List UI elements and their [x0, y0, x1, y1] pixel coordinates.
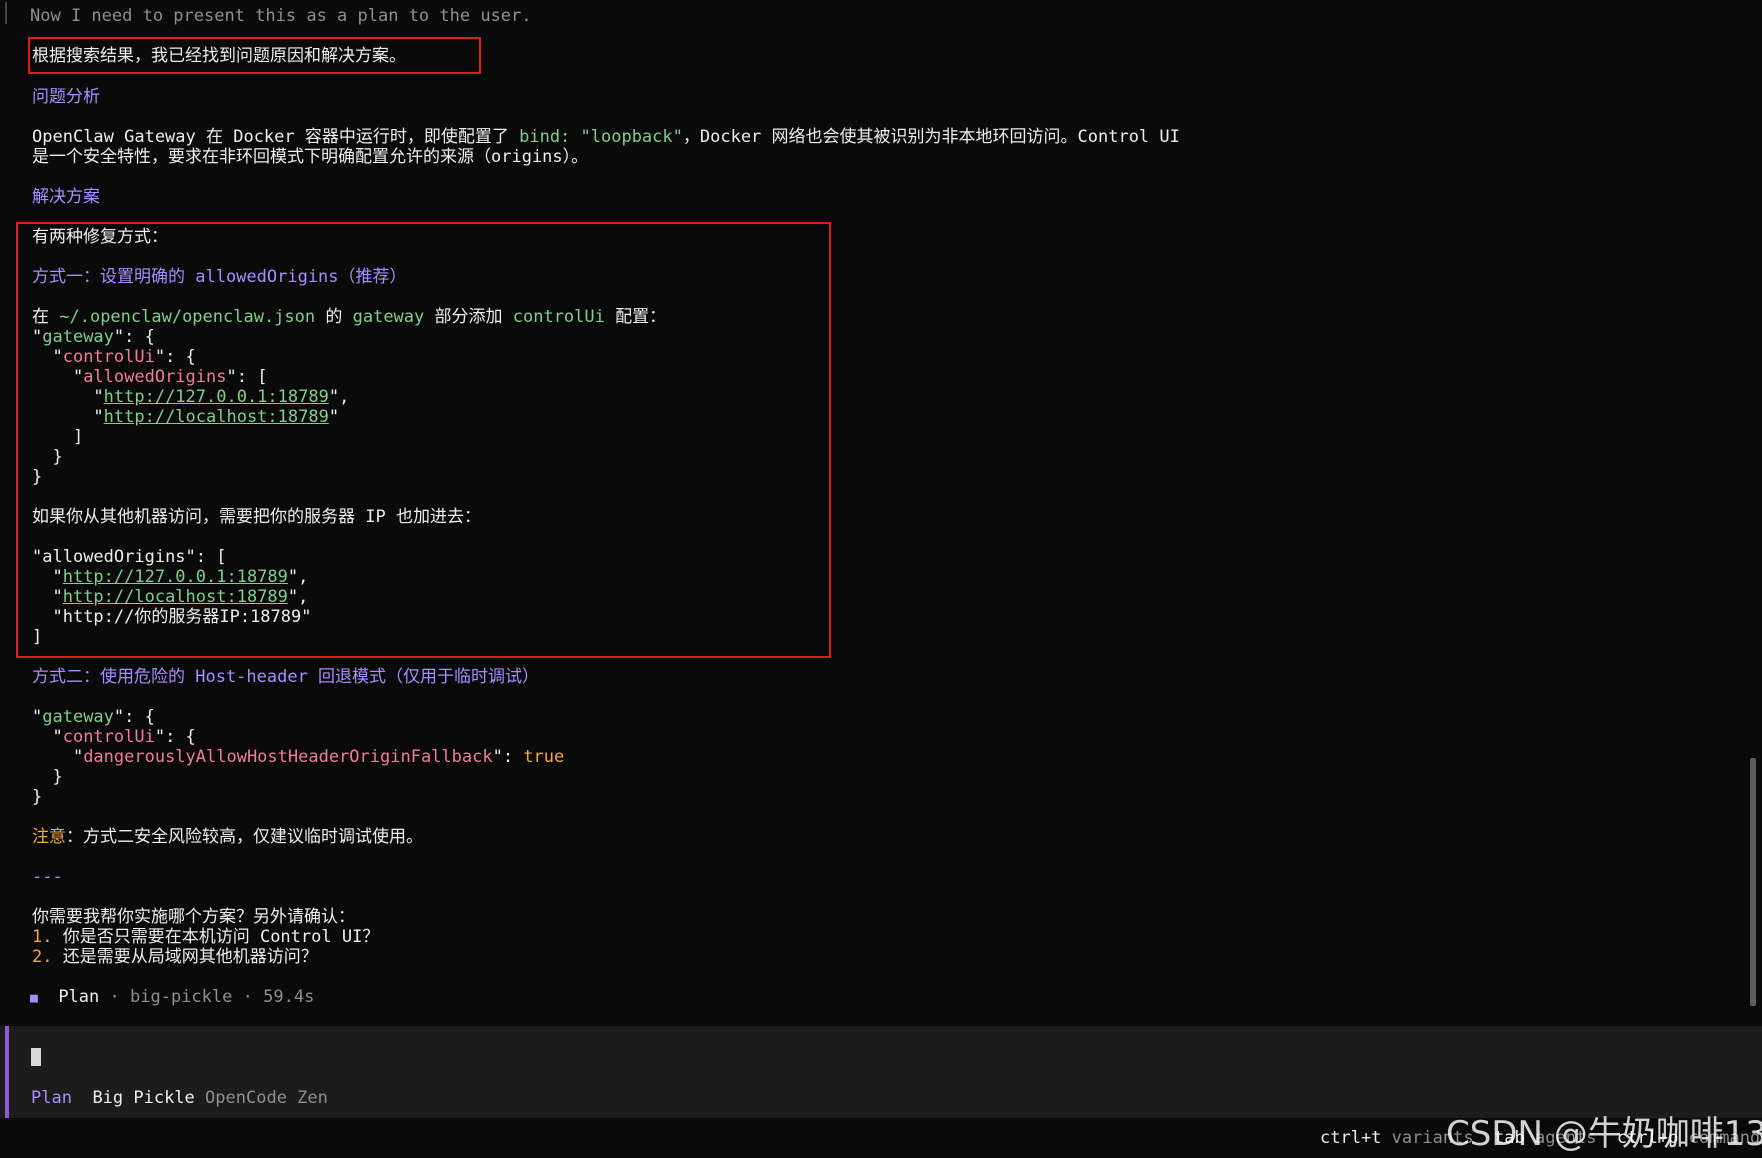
code-line: }	[32, 447, 63, 467]
url-link[interactable]: http://localhost:18789	[104, 407, 329, 427]
code-line: "http://127.0.0.1:18789",	[32, 567, 309, 587]
csdn-watermark: CSDN @牛奶咖啡13	[1446, 1114, 1762, 1154]
code-line: ]	[32, 627, 43, 647]
code-line: "dangerouslyAllowHostHeaderOriginFallbac…	[32, 747, 565, 767]
model-name[interactable]: Big Pickle	[92, 1088, 194, 1108]
input-meta: Plan Big Pickle OpenCode Zen	[31, 1088, 328, 1108]
method1-title: 方式一：设置明确的 allowedOrigins（推荐）	[32, 267, 407, 287]
code-line: "allowedOrigins": [	[32, 547, 227, 567]
url-link[interactable]: http://127.0.0.1:18789	[104, 387, 329, 407]
code-line: "controlUi": {	[32, 727, 196, 747]
status-line: ■ Plan · big-pickle · 59.4s	[30, 987, 315, 1007]
question: 你需要我帮你实施哪个方案？另外请确认：	[32, 907, 355, 927]
summary-text: 根据搜索结果，我已经找到问题原因和解决方案。	[32, 46, 406, 66]
provider-name: OpenCode Zen	[205, 1088, 328, 1108]
code-line: "gateway": {	[32, 327, 155, 347]
code-line: "allowedOrigins": [	[32, 367, 268, 387]
analysis-heading: 问题分析	[32, 87, 100, 107]
square-icon: ■	[30, 991, 38, 1006]
agent-mode[interactable]: Plan	[31, 1088, 72, 1108]
question-item-1: 1. 你是否只需要在本机访问 Control UI？	[32, 927, 380, 947]
code-line: ]	[32, 427, 84, 447]
code-line: "http://localhost:18789"	[32, 407, 340, 427]
code-line: }	[32, 467, 43, 487]
code-line: "http://127.0.0.1:18789",	[32, 387, 350, 407]
text-cursor	[31, 1048, 41, 1066]
code-line: }	[32, 787, 43, 807]
warning-note: 注意：方式二安全风险较高，仅建议临时调试使用。	[32, 827, 423, 847]
separator: ---	[32, 867, 63, 887]
method2-title: 方式二：使用危险的 Host-header 回退模式（仅用于临时调试）	[32, 667, 540, 687]
code-line: "http://localhost:18789",	[32, 587, 309, 607]
code-line: }	[32, 767, 63, 787]
code-line: "controlUi": {	[32, 347, 196, 367]
analysis-paragraph-1: OpenClaw Gateway 在 Docker 容器中运行时，即使配置了 b…	[32, 127, 1180, 147]
url-link[interactable]: http://localhost:18789	[63, 587, 288, 607]
reasoning-log: Now I need to present this as a plan to …	[30, 6, 532, 26]
remote-note: 如果你从其他机器访问，需要把你的服务器 IP 也加进去：	[32, 507, 481, 527]
solution-heading: 解决方案	[32, 187, 100, 207]
solution-intro: 有两种修复方式：	[32, 227, 168, 247]
question-item-2: 2. 还是需要从局域网其他机器访问？	[32, 947, 318, 967]
code-line: "gateway": {	[32, 707, 155, 727]
url-link[interactable]: http://127.0.0.1:18789	[63, 567, 288, 587]
input-accent-bar	[5, 1026, 9, 1118]
analysis-paragraph-2: 是一个安全特性，要求在非环回模式下明确配置允许的来源（origins）。	[32, 147, 589, 167]
log-gutter	[5, 2, 7, 24]
code-line: "http://你的服务器IP:18789"	[32, 607, 312, 627]
method1-instruction: 在 ~/.openclaw/openclaw.json 的 gateway 部分…	[32, 307, 667, 327]
scrollbar-thumb[interactable]	[1750, 758, 1756, 1006]
